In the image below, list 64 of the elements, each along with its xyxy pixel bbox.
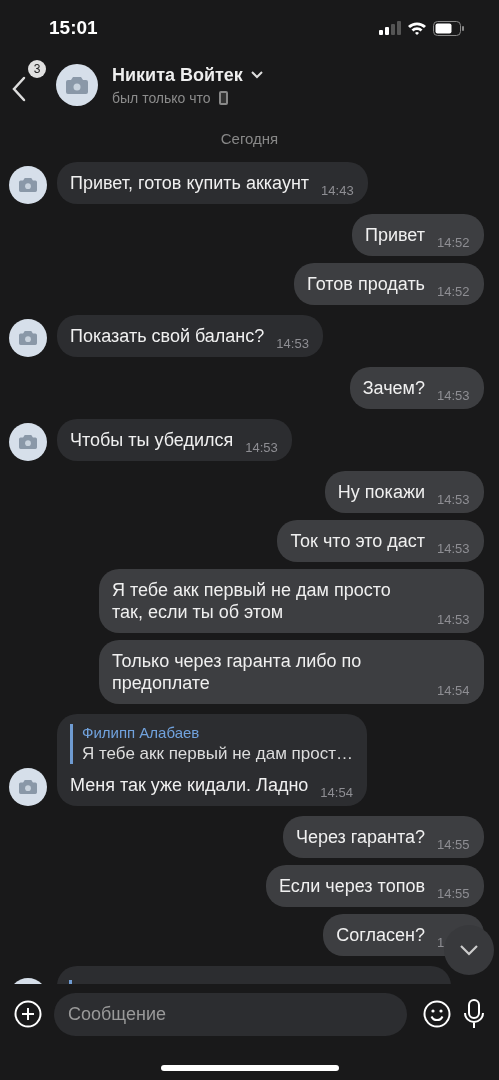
- microphone-icon[interactable]: [463, 999, 485, 1029]
- message-bubble[interactable]: Филипп Алабаев Я тебе акк первый не дам прост… Меня так уже кидали. Ладно 14:54: [57, 714, 368, 806]
- message-text: Готов продать: [307, 273, 425, 295]
- message-text: Согласен?: [336, 924, 425, 946]
- avatar: [9, 166, 47, 204]
- message-time: 14:53: [437, 612, 471, 627]
- avatar: [56, 64, 98, 106]
- message-text: Я тебе акк первый не дам просто так, если ты об этом: [112, 579, 392, 623]
- avatar: [9, 319, 47, 357]
- message-text: Чтобы ты убедился: [70, 429, 234, 451]
- battery-icon: [433, 20, 465, 36]
- last-seen-status: был только что: [112, 89, 211, 106]
- contact-name[interactable]: Никита Войтек: [112, 64, 243, 86]
- message-time: 14:53: [276, 336, 310, 351]
- message-text: Ток что это даст: [290, 530, 425, 552]
- message-time: 14:55: [437, 837, 471, 852]
- message-time: 14:53: [437, 541, 471, 556]
- message-input[interactable]: Сообщение: [54, 992, 407, 1036]
- chevron-down-icon: [459, 944, 479, 956]
- avatar: [9, 423, 47, 461]
- message-bubble[interactable]: Через гаранта? 14:55: [282, 816, 484, 858]
- message-time: 14:53: [245, 440, 279, 455]
- message-text: Зачем?: [362, 377, 425, 399]
- message-time: 14:53: [437, 388, 471, 403]
- add-icon[interactable]: [14, 1000, 42, 1028]
- status-time: 15:01: [49, 17, 98, 39]
- message-time: 1: [437, 935, 446, 950]
- unread-badge: 3: [28, 60, 46, 78]
- message-text: Через гаранта?: [295, 826, 425, 848]
- message-bubble[interactable]: Готов продать 14:52: [294, 263, 484, 305]
- message-time: 14:55: [437, 886, 471, 901]
- chevron-down-icon[interactable]: [250, 71, 263, 79]
- message-bubble[interactable]: Ну покажи 14:53: [324, 471, 484, 513]
- message-bubble[interactable]: Чтобы ты убедился 14:53: [57, 419, 293, 461]
- message-bubble[interactable]: Зачем? 14:53: [349, 367, 484, 409]
- message-text: Меня так уже кидали. Ладно: [70, 774, 309, 796]
- message-time: 14:53: [437, 492, 471, 507]
- date-separator: Сегодня: [220, 130, 279, 147]
- phone-icon: [218, 90, 228, 105]
- message-bubble[interactable]: Если через топов 14:55: [266, 865, 484, 907]
- message-bubble[interactable]: Привет 14:52: [351, 214, 484, 256]
- wifi-icon: [407, 21, 427, 35]
- reply-author: Филипп Алабаев: [82, 724, 201, 741]
- message-text: Привет, готов купить аккаунт: [70, 172, 310, 194]
- back-button[interactable]: [12, 75, 26, 103]
- message-text: Ну покажи: [337, 481, 425, 503]
- signal-icon: [379, 21, 401, 35]
- message-text: Только через гаранта либо по предоплате: [112, 650, 363, 694]
- message-time: 14:54: [437, 683, 471, 698]
- message-bubble[interactable]: Только через гаранта либо по предоплате 14:54: [99, 640, 484, 704]
- message-bubble[interactable]: Показать свой баланс? 14:53: [57, 315, 324, 357]
- message-time: 14:54: [320, 785, 354, 800]
- emoji-icon[interactable]: [423, 1000, 451, 1028]
- reply-preview: Я тебе акк первый не дам прост…: [82, 744, 354, 764]
- message-text: Показать свой баланс?: [70, 325, 265, 347]
- message-bubble[interactable]: Ток что это даст 14:53: [277, 520, 484, 562]
- message-time: 14:43: [321, 183, 355, 198]
- avatar: [9, 768, 47, 806]
- message-time: 14:52: [437, 284, 471, 299]
- message-text: Привет: [364, 224, 425, 246]
- message-bubble[interactable]: Я тебе акк первый не дам просто так, если ты об этом 14:53: [99, 569, 484, 633]
- message-time: 14:52: [437, 235, 471, 250]
- message-bubble[interactable]: Привет, готов купить аккаунт 14:43: [57, 162, 369, 204]
- message-text: Если через топов: [279, 875, 425, 897]
